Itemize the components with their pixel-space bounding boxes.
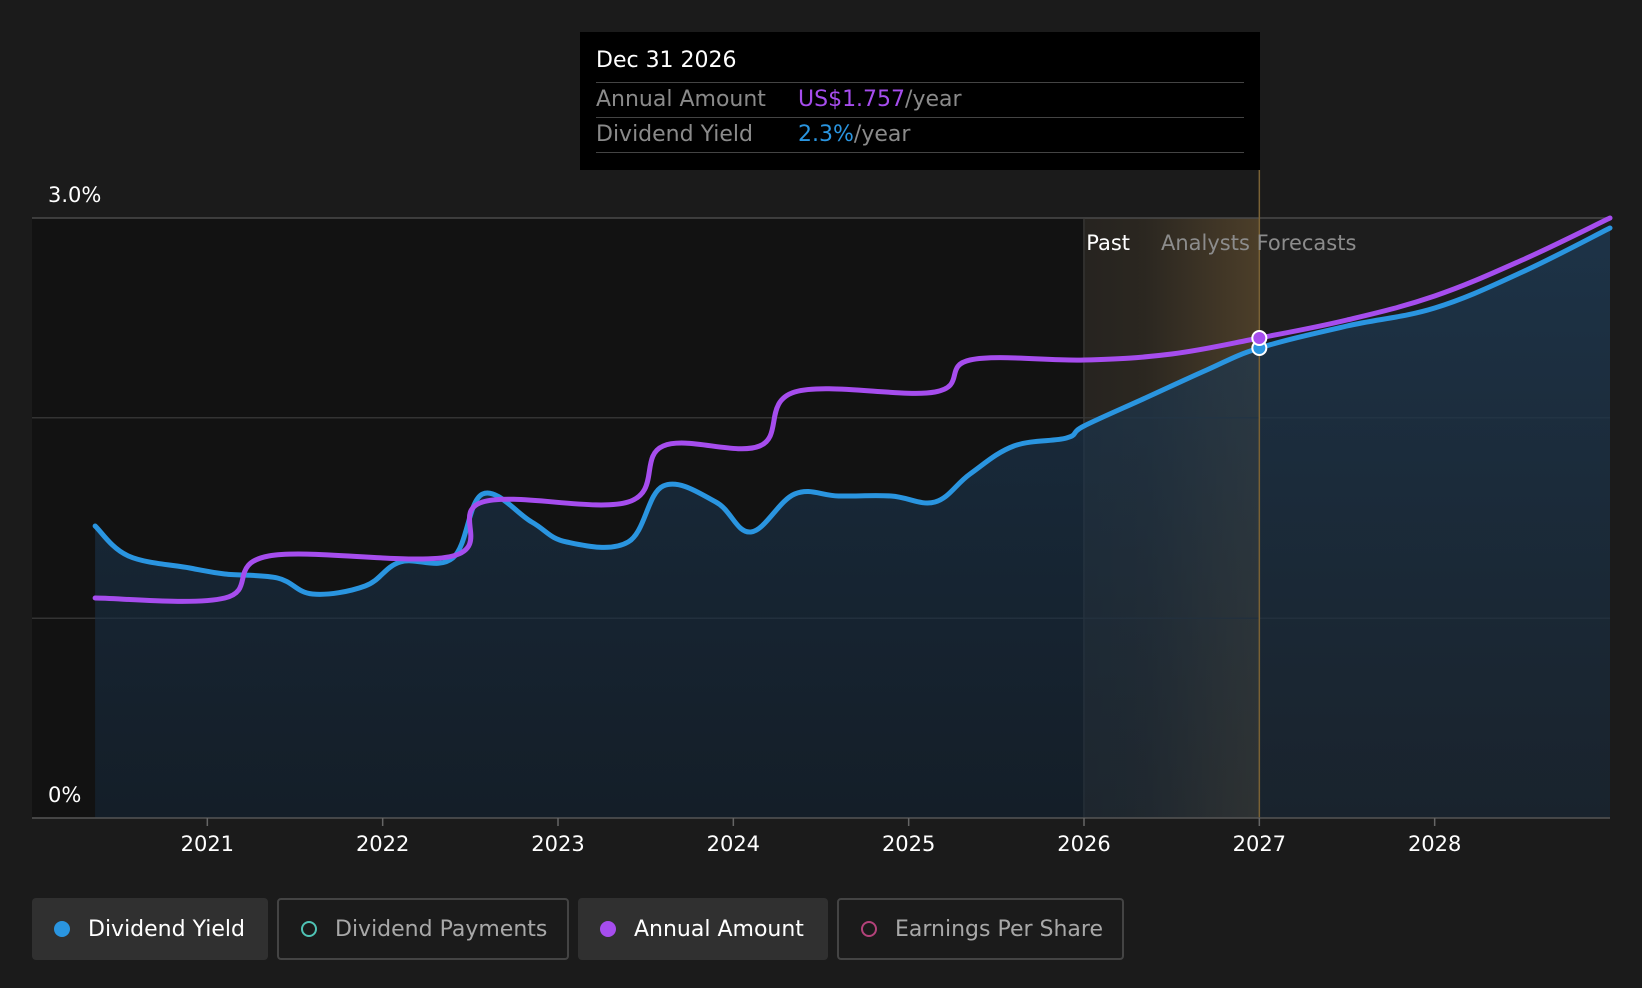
- forecast-label: Analysts Forecasts: [1161, 231, 1356, 255]
- annual-amount-dot-icon: [600, 921, 616, 937]
- legend-label: Dividend Payments: [335, 916, 548, 942]
- x-tick-label: 2021: [181, 832, 234, 856]
- x-tick-label: 2024: [707, 832, 760, 856]
- y-label-bottom: 0%: [48, 783, 81, 807]
- dividend-payments-ring-icon: [301, 921, 317, 937]
- y-label-top: 3.0%: [48, 183, 101, 207]
- x-tick-label: 2026: [1057, 832, 1110, 856]
- x-tick-label: 2028: [1408, 832, 1461, 856]
- tooltip-label: Dividend Yield: [596, 122, 753, 147]
- x-axis-ticks: 2021 2022 2023 2024 2025 2026 2027 2028: [181, 818, 1461, 856]
- tooltip-date: Dec 31 2026: [596, 46, 1244, 83]
- legend-dividend-yield[interactable]: Dividend Yield: [32, 898, 268, 960]
- legend-dividend-payments[interactable]: Dividend Payments: [277, 898, 569, 960]
- annual-amount-marker: [1251, 330, 1268, 346]
- tooltip-value: US$1.757: [798, 87, 906, 112]
- legend-annual-amount[interactable]: Annual Amount: [578, 898, 828, 960]
- x-tick-label: 2025: [882, 832, 935, 856]
- x-tick-label: 2023: [531, 832, 584, 856]
- x-tick-label: 2027: [1233, 832, 1286, 856]
- tooltip-value: 2.3%: [798, 122, 854, 147]
- legend-label: Dividend Yield: [88, 916, 245, 942]
- legend-label: Earnings Per Share: [895, 916, 1104, 942]
- tooltip: Dec 31 2026 Annual Amount US$1.757 /year…: [580, 32, 1260, 170]
- x-tick-label: 2022: [356, 832, 409, 856]
- tooltip-unit: /year: [853, 122, 911, 147]
- earnings-per-share-ring-icon: [861, 921, 877, 937]
- hover-markers: [1251, 330, 1268, 356]
- past-label: Past: [1086, 231, 1130, 255]
- tooltip-label: Annual Amount: [596, 87, 766, 112]
- legend-earnings-per-share[interactable]: Earnings Per Share: [837, 898, 1124, 960]
- tooltip-unit: /year: [905, 87, 962, 112]
- dividend-yield-dot-icon: [54, 921, 70, 937]
- tooltip-row-dividend-yield: Dividend Yield 2.3% /year: [596, 118, 1244, 153]
- legend-label: Annual Amount: [634, 916, 804, 942]
- tooltip-row-annual-amount: Annual Amount US$1.757 /year: [596, 83, 1244, 118]
